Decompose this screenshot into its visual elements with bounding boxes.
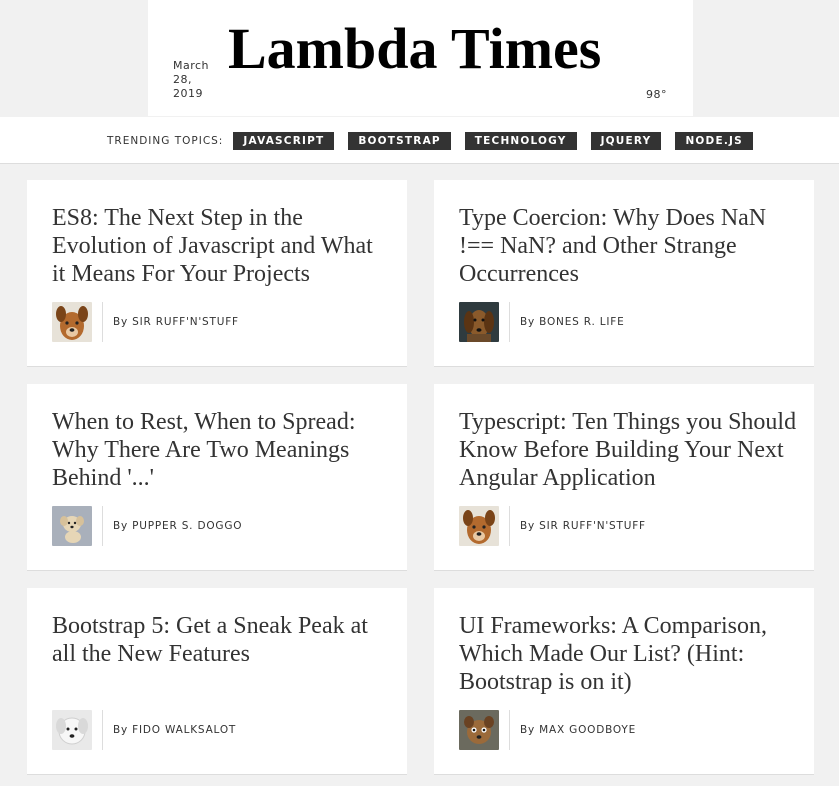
dog-avatar-icon (459, 710, 499, 750)
article-card[interactable]: UI Frameworks: A Comparison, Which Made … (434, 588, 814, 775)
article-headline: Bootstrap 5: Get a Sneak Peak at all the… (52, 613, 368, 667)
header-temperature: 98° (646, 88, 667, 101)
author-divider (509, 302, 510, 342)
article-author: By BONES R. LIFE (459, 302, 625, 342)
article-card[interactable]: Typescript: Ten Things you Should Know B… (434, 384, 814, 571)
article-headline: ES8: The Next Step in the Evolution of J… (52, 205, 373, 287)
article-card[interactable]: Type Coercion: Why Does NaN !== NaN? and… (434, 180, 814, 367)
trending-topics-bar: TRENDING TOPICS: JAVASCRIPT BOOTSTRAP TE… (0, 117, 839, 164)
dog-avatar-icon (52, 302, 92, 342)
article-headline: UI Frameworks: A Comparison, Which Made … (459, 613, 767, 695)
article-card[interactable]: When to Rest, When to Spread: Why There … (27, 384, 407, 571)
author-divider (509, 506, 510, 546)
article-byline: By BONES R. LIFE (520, 316, 625, 328)
author-divider (102, 506, 103, 546)
article-byline: By SIR RUFF'N'STUFF (520, 520, 646, 532)
article-byline: By SIR RUFF'N'STUFF (113, 316, 239, 328)
article-author: By MAX GOODBOYE (459, 710, 636, 750)
topic-tab-technology[interactable]: TECHNOLOGY (464, 132, 577, 150)
author-divider (102, 302, 103, 342)
topic-tab-nodejs[interactable]: NODE.JS (675, 132, 753, 150)
article-headline: When to Rest, When to Spread: Why There … (52, 409, 356, 491)
article-headline: Typescript: Ten Things you Should Know B… (459, 409, 797, 491)
article-byline: By FIDO WALKSALOT (113, 724, 237, 736)
site-header: March 28, 2019 Lambda Times 98° (148, 0, 693, 116)
article-headline: Type Coercion: Why Does NaN !== NaN? and… (459, 205, 767, 287)
topic-tab-javascript[interactable]: JAVASCRIPT (233, 132, 335, 150)
article-author: By SIR RUFF'N'STUFF (459, 506, 646, 546)
article-card[interactable]: Bootstrap 5: Get a Sneak Peak at all the… (27, 588, 407, 775)
trending-topics-label: TRENDING TOPICS: (107, 135, 224, 147)
topic-tab-bootstrap[interactable]: BOOTSTRAP (348, 132, 451, 150)
dog-avatar-icon (459, 506, 499, 546)
article-byline: By MAX GOODBOYE (520, 724, 637, 736)
dog-avatar-icon (52, 710, 92, 750)
article-author: By FIDO WALKSALOT (52, 710, 236, 750)
article-author: By PUPPER S. DOGGO (52, 506, 242, 546)
author-divider (509, 710, 510, 750)
header-date: March 28, 2019 (173, 59, 210, 100)
site-title: Lambda Times (228, 16, 602, 81)
dog-avatar-icon (459, 302, 499, 342)
article-author: By SIR RUFF'N'STUFF (52, 302, 239, 342)
dog-avatar-icon (52, 506, 92, 546)
article-byline: By PUPPER S. DOGGO (113, 520, 243, 532)
author-divider (102, 710, 103, 750)
article-card[interactable]: ES8: The Next Step in the Evolution of J… (27, 180, 407, 367)
topic-tab-jquery[interactable]: JQUERY (590, 132, 662, 150)
